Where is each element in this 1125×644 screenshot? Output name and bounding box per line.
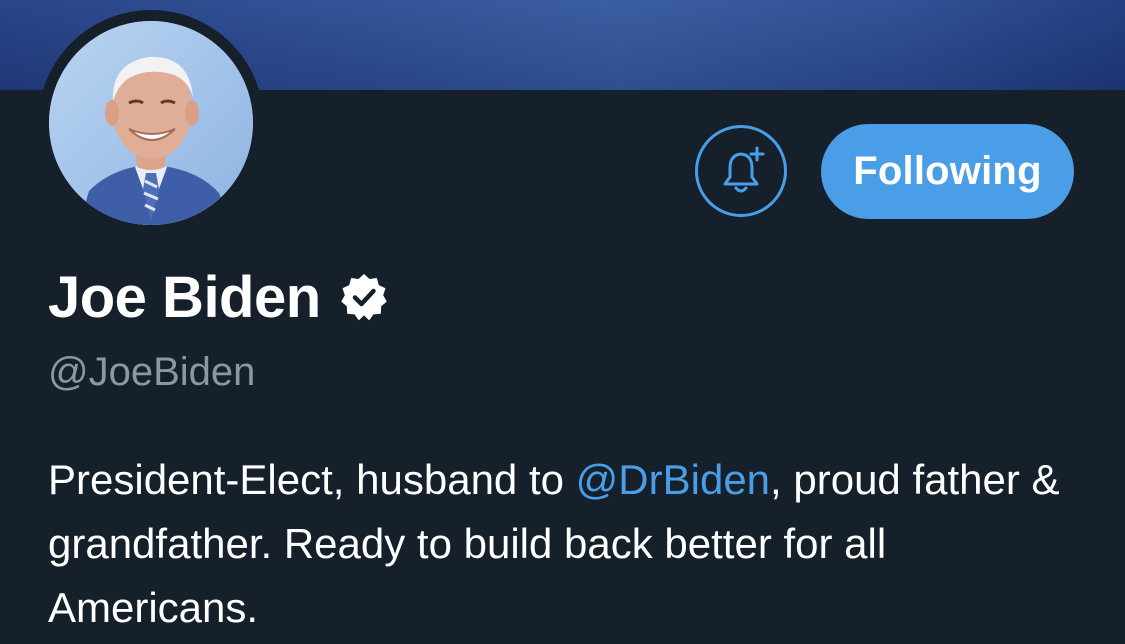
avatar-image	[49, 21, 253, 225]
avatar-ring	[38, 10, 264, 236]
following-button[interactable]: Following	[821, 124, 1074, 219]
name-row: Joe Biden	[48, 262, 389, 332]
profile-page: Following Joe Biden @JoeBiden President-…	[0, 0, 1125, 644]
following-button-label: Following	[853, 149, 1042, 193]
user-handle: @JoeBiden	[48, 350, 256, 394]
bio-text-start: President-Elect, husband to	[48, 456, 576, 503]
notifications-button[interactable]	[695, 125, 787, 217]
profile-bio: President-Elect, husband to @DrBiden, pr…	[48, 448, 1088, 640]
verified-badge-icon[interactable]	[339, 272, 389, 322]
bio-mention-link[interactable]: @DrBiden	[576, 456, 770, 503]
display-name: Joe Biden	[48, 264, 321, 330]
avatar[interactable]	[49, 21, 253, 225]
bell-plus-icon	[723, 146, 765, 193]
